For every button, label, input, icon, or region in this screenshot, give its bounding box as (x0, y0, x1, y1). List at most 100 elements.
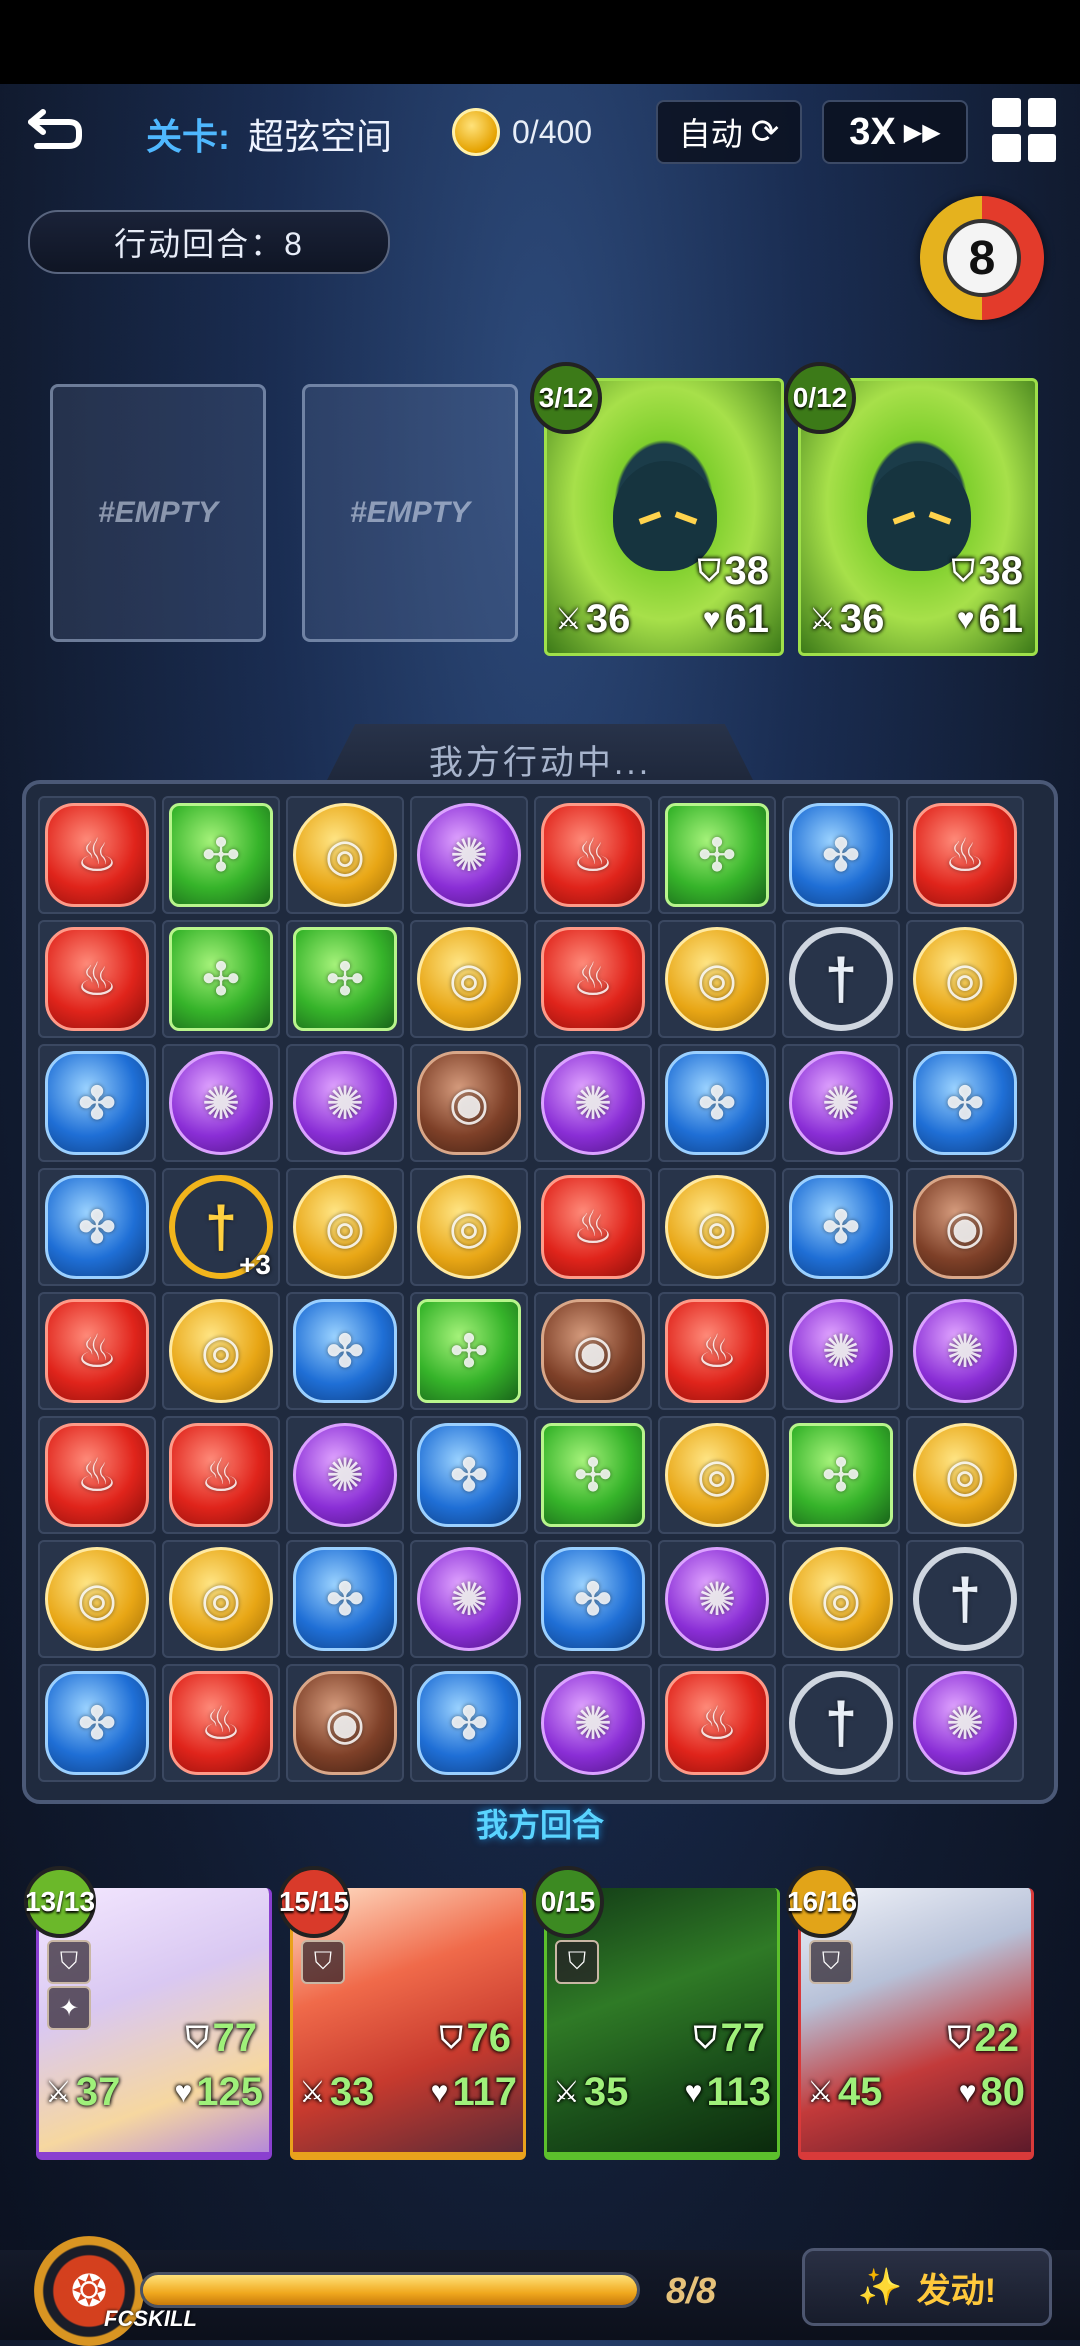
board-cell[interactable]: ✣ (782, 1416, 900, 1534)
auto-battle-button[interactable]: 自动 ⟳ (656, 100, 802, 164)
board-cell[interactable]: ✤ (534, 1540, 652, 1658)
fire-gem[interactable]: ♨ (45, 803, 149, 907)
board-cell[interactable]: ♨ (906, 796, 1024, 914)
water-gem[interactable]: ✤ (417, 1423, 521, 1527)
board-cell[interactable]: ✺ (534, 1664, 652, 1782)
light-gem[interactable]: ◎ (293, 1175, 397, 1279)
board-cell[interactable]: ✺ (410, 1540, 528, 1658)
board-cell[interactable]: ♨ (534, 1168, 652, 1286)
water-gem[interactable]: ✤ (789, 803, 893, 907)
board-cell[interactable]: ♨ (38, 1292, 156, 1410)
light-gem[interactable]: ◎ (417, 927, 521, 1031)
nature-gem[interactable]: ✣ (417, 1299, 521, 1403)
water-gem[interactable]: ✤ (665, 1051, 769, 1155)
board-cell[interactable]: ◎ (658, 1416, 776, 1534)
water-gem[interactable]: ✤ (417, 1671, 521, 1775)
board-cell[interactable]: † (782, 1664, 900, 1782)
water-gem[interactable]: ✤ (293, 1547, 397, 1651)
board-cell[interactable]: ✤ (906, 1044, 1024, 1162)
earth-gem[interactable]: ◉ (417, 1051, 521, 1155)
board-cell[interactable]: ◎ (286, 1168, 404, 1286)
light-gem[interactable]: ◎ (293, 803, 397, 907)
light-gem[interactable]: ◎ (665, 1423, 769, 1527)
board-cell[interactable]: ✤ (410, 1416, 528, 1534)
dark-gem[interactable]: ✺ (293, 1423, 397, 1527)
fire-gem[interactable]: ♨ (45, 927, 149, 1031)
water-gem[interactable]: ✤ (789, 1175, 893, 1279)
nature-gem[interactable]: ✣ (169, 927, 273, 1031)
dark-gem[interactable]: ✺ (789, 1051, 893, 1155)
board-cell[interactable]: ✤ (38, 1044, 156, 1162)
board-cell[interactable]: ♨ (162, 1416, 280, 1534)
fire-gem[interactable]: ♨ (45, 1299, 149, 1403)
light-gem[interactable]: ◎ (169, 1547, 273, 1651)
dark-gem[interactable]: ✺ (789, 1299, 893, 1403)
board-cell[interactable]: ♨ (658, 1664, 776, 1782)
nature-gem[interactable]: ✣ (665, 803, 769, 907)
board-cell[interactable]: ✺ (782, 1044, 900, 1162)
board-cell[interactable]: ◎ (162, 1540, 280, 1658)
dark-gem[interactable]: ✺ (541, 1051, 645, 1155)
activate-button[interactable]: ✨ 发动! (802, 2248, 1052, 2326)
sword-gem[interactable]: † (913, 1547, 1017, 1651)
board-cell[interactable]: ♨ (534, 796, 652, 914)
board-cell[interactable]: ✺ (782, 1292, 900, 1410)
board-cell[interactable]: ◎ (286, 796, 404, 914)
fire-gem[interactable]: ♨ (665, 1671, 769, 1775)
nature-gem[interactable]: ✣ (169, 803, 273, 907)
board-cell[interactable]: ◎ (658, 920, 776, 1038)
light-gem[interactable]: ◎ (417, 1175, 521, 1279)
fire-gem[interactable]: ♨ (913, 803, 1017, 907)
board-cell[interactable]: ✺ (286, 1044, 404, 1162)
board-cell[interactable]: ◉ (410, 1044, 528, 1162)
board-cell[interactable]: ♨ (38, 920, 156, 1038)
fire-gem[interactable]: ♨ (541, 1175, 645, 1279)
board-cell[interactable]: ✺ (906, 1664, 1024, 1782)
fire-gem[interactable]: ♨ (541, 927, 645, 1031)
board-cell[interactable]: ◉ (534, 1292, 652, 1410)
board-cell[interactable]: ✤ (782, 1168, 900, 1286)
light-gem[interactable]: ◎ (913, 1423, 1017, 1527)
nature-gem[interactable]: ✣ (541, 1423, 645, 1527)
light-gem[interactable]: ◎ (169, 1299, 273, 1403)
fire-gem[interactable]: ♨ (541, 803, 645, 907)
gold-sword-gem[interactable]: † +3 (169, 1175, 273, 1280)
board-cell[interactable]: ✤ (38, 1168, 156, 1286)
fire-gem[interactable]: ♨ (169, 1423, 273, 1527)
fire-gem[interactable]: ♨ (45, 1423, 149, 1527)
board-cell[interactable]: ✤ (286, 1292, 404, 1410)
sword-gem[interactable]: † (789, 1671, 893, 1775)
speed-button[interactable]: 3X ▶▶ (822, 100, 968, 164)
board-cell[interactable]: ✤ (782, 796, 900, 914)
board-cell[interactable]: ◎ (162, 1292, 280, 1410)
sword-gem[interactable]: † (789, 927, 893, 1031)
light-gem[interactable]: ◎ (665, 927, 769, 1031)
dark-gem[interactable]: ✺ (169, 1051, 273, 1155)
water-gem[interactable]: ✤ (45, 1671, 149, 1775)
board-cell[interactable]: ✺ (658, 1540, 776, 1658)
light-gem[interactable]: ◎ (665, 1175, 769, 1279)
grid-menu-button[interactable] (992, 98, 1056, 162)
water-gem[interactable]: ✤ (45, 1051, 149, 1155)
board-cell[interactable]: ◎ (38, 1540, 156, 1658)
dark-gem[interactable]: ✺ (417, 803, 521, 907)
back-button[interactable] (18, 96, 90, 160)
board-cell[interactable]: † (782, 920, 900, 1038)
earth-gem[interactable]: ◉ (293, 1671, 397, 1775)
water-gem[interactable]: ✤ (45, 1175, 149, 1279)
light-gem[interactable]: ◎ (913, 927, 1017, 1031)
board-cell[interactable]: ◎ (410, 1168, 528, 1286)
board-cell[interactable]: ✣ (534, 1416, 652, 1534)
board-cell[interactable]: ✺ (534, 1044, 652, 1162)
nature-gem[interactable]: ✣ (293, 927, 397, 1031)
nature-gem[interactable]: ✣ (789, 1423, 893, 1527)
board-cell[interactable]: ✺ (906, 1292, 1024, 1410)
light-gem[interactable]: ◎ (789, 1547, 893, 1651)
board-cell[interactable]: ◎ (658, 1168, 776, 1286)
board-cell[interactable]: ✣ (162, 796, 280, 914)
board-cell[interactable]: ◎ (410, 920, 528, 1038)
board-cell[interactable]: ♨ (658, 1292, 776, 1410)
earth-gem[interactable]: ◉ (913, 1175, 1017, 1279)
board-cell[interactable]: ◎ (782, 1540, 900, 1658)
fire-gem[interactable]: ♨ (169, 1671, 273, 1775)
